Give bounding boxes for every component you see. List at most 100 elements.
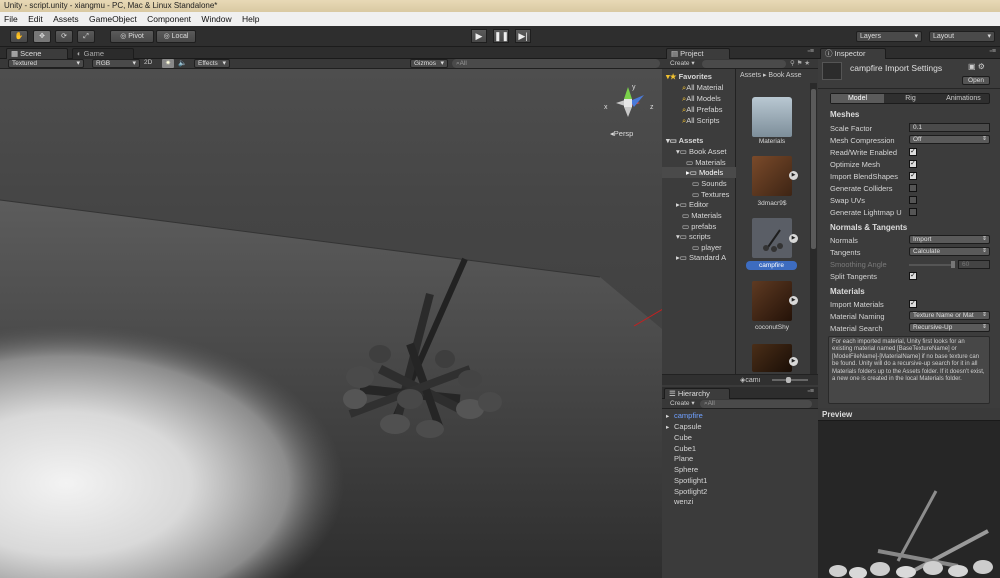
panel-menu-icon[interactable]: ▫≡ [807, 48, 814, 55]
hierarchy-item-cube1[interactable]: Cube1 [674, 444, 696, 453]
tab-animations[interactable]: Animations [937, 94, 990, 103]
hierarchy-item-capsule[interactable]: Capsule [674, 422, 702, 431]
gizmos-dropdown[interactable]: Gizmos [410, 59, 448, 68]
local-toggle-button[interactable]: ◎ Local [156, 30, 196, 43]
split-tangents-checkbox[interactable]: ✓ [909, 272, 917, 280]
rotate-tool-icon[interactable]: ⟳ [55, 30, 73, 43]
folder-sounds[interactable]: ▭ Sounds [692, 179, 727, 188]
scene-search-input[interactable]: ⌕All [452, 59, 660, 68]
menu-gameobject[interactable]: GameObject [89, 14, 137, 24]
menu-window[interactable]: Window [201, 14, 231, 24]
fav-all-prefabs[interactable]: ⌕All Prefabs [682, 105, 722, 115]
expand-arrow-icon[interactable]: ▸ [666, 412, 669, 420]
project-create-dropdown[interactable]: Create ▾ [670, 59, 695, 67]
layers-dropdown[interactable]: Layers [856, 31, 922, 42]
scale-factor-input[interactable]: 0.1 [909, 123, 990, 132]
slider-handle[interactable] [786, 377, 791, 383]
render-mode-dropdown[interactable]: RGB [92, 59, 140, 68]
normals-dropdown[interactable]: Import [909, 235, 990, 244]
preview-play-icon[interactable]: ▶ [789, 171, 798, 180]
hierarchy-item-cube[interactable]: Cube [674, 433, 692, 442]
folder-player[interactable]: ▭ player [692, 243, 722, 252]
effects-dropdown[interactable]: Effects [194, 59, 230, 68]
generate-colliders-checkbox[interactable] [909, 184, 917, 192]
hierarchy-item-spotlight2[interactable]: Spotlight2 [674, 487, 707, 496]
lighting-toggle-icon[interactable]: ✷ [162, 59, 174, 68]
material-search-dropdown[interactable]: Recursive-Up [909, 323, 990, 332]
tab-project[interactable]: ▤ Project [666, 48, 730, 59]
scene-view[interactable]: y z x ◂Persp [0, 69, 662, 578]
hierarchy-item-wenzi[interactable]: wenzi [674, 497, 693, 506]
fav-all-scripts[interactable]: ⌕All Scripts [682, 116, 720, 126]
menu-assets[interactable]: Assets [53, 14, 79, 24]
play-button[interactable]: ▶ [471, 29, 487, 43]
campfire-model-thumb[interactable] [752, 218, 792, 258]
orientation-gizmo-icon[interactable] [616, 87, 644, 117]
pivot-toggle-button[interactable]: ◎ Pivot [110, 30, 154, 43]
favorites-header[interactable]: ▾★ Favorites [666, 72, 712, 81]
asset-grid-scrollbar[interactable] [810, 83, 817, 383]
swap-uvs-checkbox[interactable] [909, 196, 917, 204]
hierarchy-item-spotlight1[interactable]: Spotlight1 [674, 476, 707, 485]
read-write-checkbox[interactable]: ✓ [909, 148, 917, 156]
2d-toggle[interactable]: 2D [144, 59, 152, 66]
optimize-mesh-checkbox[interactable]: ✓ [909, 160, 917, 168]
materials-folder-thumb[interactable] [752, 97, 792, 137]
panel-menu-icon[interactable]: ▫≡ [807, 388, 814, 395]
folder-book-asset[interactable]: ▾▭ Book Asset [676, 147, 726, 156]
tab-game[interactable]: ◐ Game [72, 48, 134, 59]
tab-scene[interactable]: ▦ Scene [6, 48, 68, 59]
project-search-input[interactable] [702, 60, 786, 68]
menu-help[interactable]: Help [242, 14, 259, 24]
tab-model[interactable]: Model [831, 94, 884, 103]
menu-edit[interactable]: Edit [28, 14, 43, 24]
hierarchy-item-campfire[interactable]: campfire [674, 411, 703, 420]
hand-tool-icon[interactable]: ✋ [10, 30, 28, 43]
partial-model-thumb[interactable] [752, 344, 792, 372]
folder-prefabs[interactable]: ▭ prefabs [682, 222, 716, 231]
panel-menu-icon[interactable]: ▫≡ [989, 48, 996, 55]
thumbnail-size-slider[interactable] [772, 377, 808, 383]
tab-hierarchy[interactable]: ☰ Hierarchy [664, 388, 730, 399]
folder-materials-root[interactable]: ▭ Materials [682, 211, 722, 220]
import-blendshapes-checkbox[interactable]: ✓ [909, 172, 917, 180]
import-materials-checkbox[interactable]: ✓ [909, 300, 917, 308]
hierarchy-search-input[interactable]: ⌕All [700, 400, 812, 408]
breadcrumb-book-asset[interactable]: Book Asse [768, 72, 801, 79]
perspective-label[interactable]: ◂Persp [610, 129, 633, 138]
fav-all-models[interactable]: ⌕All Models [682, 94, 721, 104]
material-naming-dropdown[interactable]: Texture Name or Mat [909, 311, 990, 320]
menu-component[interactable]: Component [147, 14, 191, 24]
scale-tool-icon[interactable]: ⤢ [77, 30, 95, 43]
tab-rig[interactable]: Rig [884, 94, 937, 103]
filter-icon[interactable]: ⚲ ⚑ ★ [790, 59, 810, 67]
assets-folder[interactable]: ▾▭ Assets [666, 136, 703, 145]
expand-arrow-icon[interactable]: ▸ [666, 423, 669, 431]
tangents-dropdown[interactable]: Calculate [909, 247, 990, 256]
preview-panel[interactable]: Preview [818, 408, 1000, 578]
layout-dropdown[interactable]: Layout [929, 31, 995, 42]
pause-button[interactable]: ❚❚ [493, 29, 509, 43]
fav-all-materials[interactable]: ⌕All Material [682, 83, 723, 93]
scrollbar-thumb[interactable] [811, 89, 816, 249]
mesh-compression-dropdown[interactable]: Off [909, 135, 990, 144]
open-button[interactable]: Open [962, 76, 990, 85]
tab-inspector[interactable]: ⓘ Inspector [820, 48, 886, 59]
menu-file[interactable]: File [4, 14, 18, 24]
folder-textures[interactable]: ▭ Textures [692, 190, 729, 199]
hierarchy-create-dropdown[interactable]: Create ▾ [670, 399, 695, 407]
preview-play-icon[interactable]: ▶ [789, 296, 798, 305]
folder-standard-assets[interactable]: ▸▭ Standard A [676, 253, 726, 262]
generate-lightmap-checkbox[interactable] [909, 208, 917, 216]
breadcrumb-assets[interactable]: Assets [740, 72, 761, 79]
3dmax-model-thumb[interactable] [752, 156, 792, 196]
preview-play-icon[interactable]: ▶ [789, 234, 798, 243]
hierarchy-item-plane[interactable]: Plane [674, 454, 693, 463]
folder-materials[interactable]: ▭ Materials [686, 158, 726, 167]
step-button[interactable]: ▶| [515, 29, 531, 43]
shading-mode-dropdown[interactable]: Textured [8, 59, 84, 68]
inspector-settings-icon[interactable]: ▣ ⚙ [968, 62, 985, 71]
folder-scripts[interactable]: ▾▭ scripts [676, 232, 711, 241]
move-tool-icon[interactable]: ✥ [33, 30, 51, 43]
hierarchy-item-sphere[interactable]: Sphere [674, 465, 698, 474]
